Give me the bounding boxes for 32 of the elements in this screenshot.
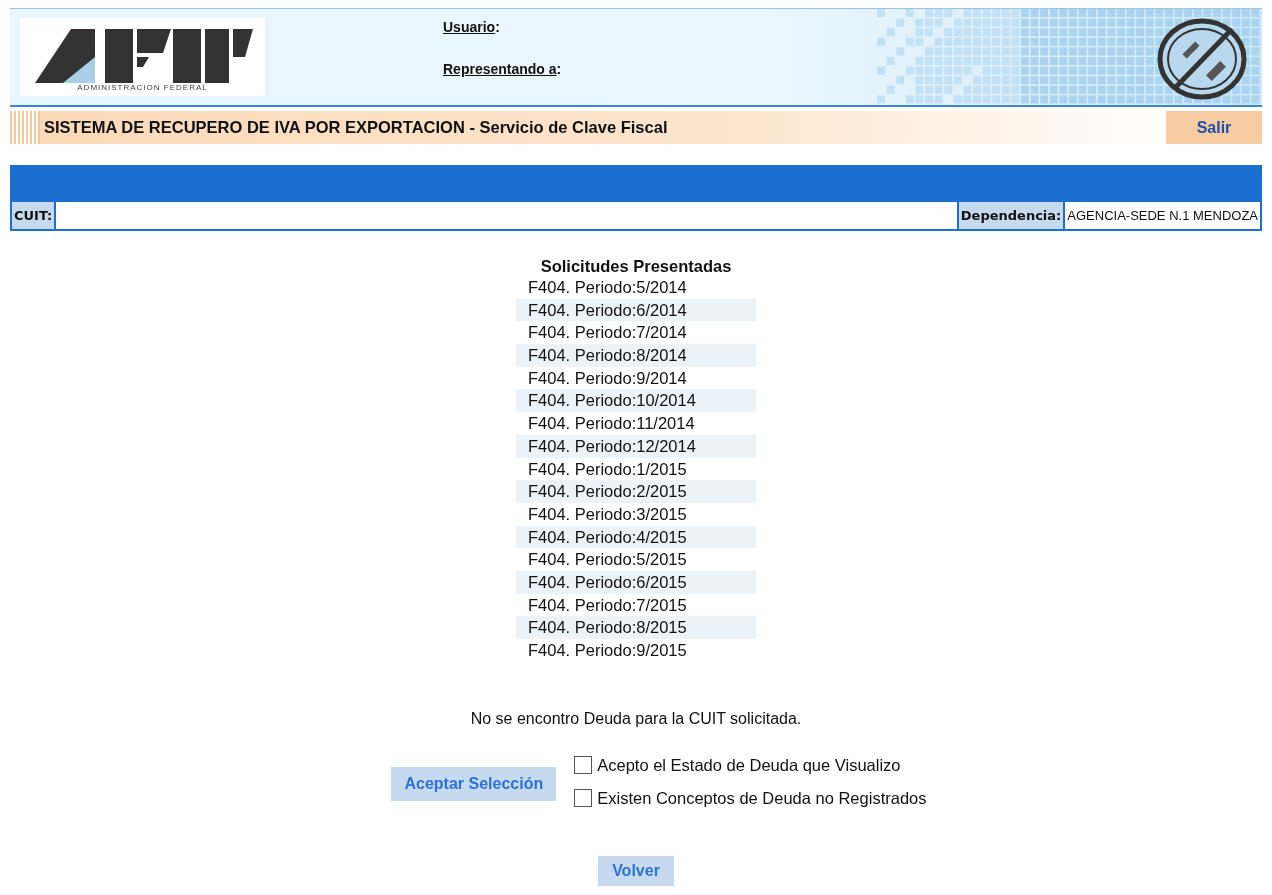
request-item: F404. Periodo:10/2014: [516, 389, 756, 413]
request-item: F404. Periodo:4/2015: [516, 525, 756, 549]
request-item: F404. Periodo:9/2015: [527, 640, 688, 661]
requests-title: Solicitudes Presentadas: [540, 257, 732, 276]
request-item: F404. Periodo:3/2015: [527, 503, 688, 525]
request-item: F404. Periodo:12/2014: [516, 434, 756, 458]
request-item: F404. Periodo:9/2014: [527, 367, 688, 389]
request-item: F404. Periodo:7/2014: [527, 322, 688, 344]
logo-caption: ADMINISTRACION FEDERAL: [77, 83, 208, 94]
request-item: F404. Periodo:11/2014: [527, 413, 696, 435]
request-item: F404. Periodo:5/2015: [527, 549, 688, 571]
request-item: F404. Periodo:8/2014: [516, 344, 756, 367]
represent-label: Representando a:: [443, 61, 562, 77]
request-item: F404. Periodo:8/2015: [516, 616, 756, 639]
request-item: F404. Periodo:6/2015: [516, 570, 756, 594]
request-item: F404. Periodo:2/2015: [516, 480, 756, 503]
status-message: No se encontro Deuda para la CUIT solicitada.: [470, 709, 802, 727]
back-button[interactable]: Volver: [598, 855, 674, 886]
user-label: Usuario:: [443, 19, 501, 35]
checkbox[interactable]: [574, 756, 593, 775]
system-title: SISTEMA DE RECUPERO DE IVA POR EXPORTACION - Servicio de Clave Fiscal: [44, 118, 669, 137]
request-item: F404. Periodo:1/2015: [527, 458, 688, 480]
accept-button[interactable]: Aceptar Selección: [391, 766, 557, 801]
checkbox-label: Acepto el Estado de Deuda que Visualizo: [597, 755, 901, 775]
request-item: F404. Periodo:6/2014: [516, 298, 756, 322]
checkbox[interactable]: [574, 789, 593, 808]
request-item: F404. Periodo:5/2014: [527, 277, 688, 298]
stripe-drawing: [10, 111, 40, 144]
exit-button[interactable]: Salir: [1166, 111, 1262, 144]
seal-icon: [1156, 17, 1248, 101]
request-item: F404. Periodo:7/2015: [527, 594, 688, 616]
checkbox-label: Existen Conceptos de Deuda no Registrados: [597, 788, 927, 808]
